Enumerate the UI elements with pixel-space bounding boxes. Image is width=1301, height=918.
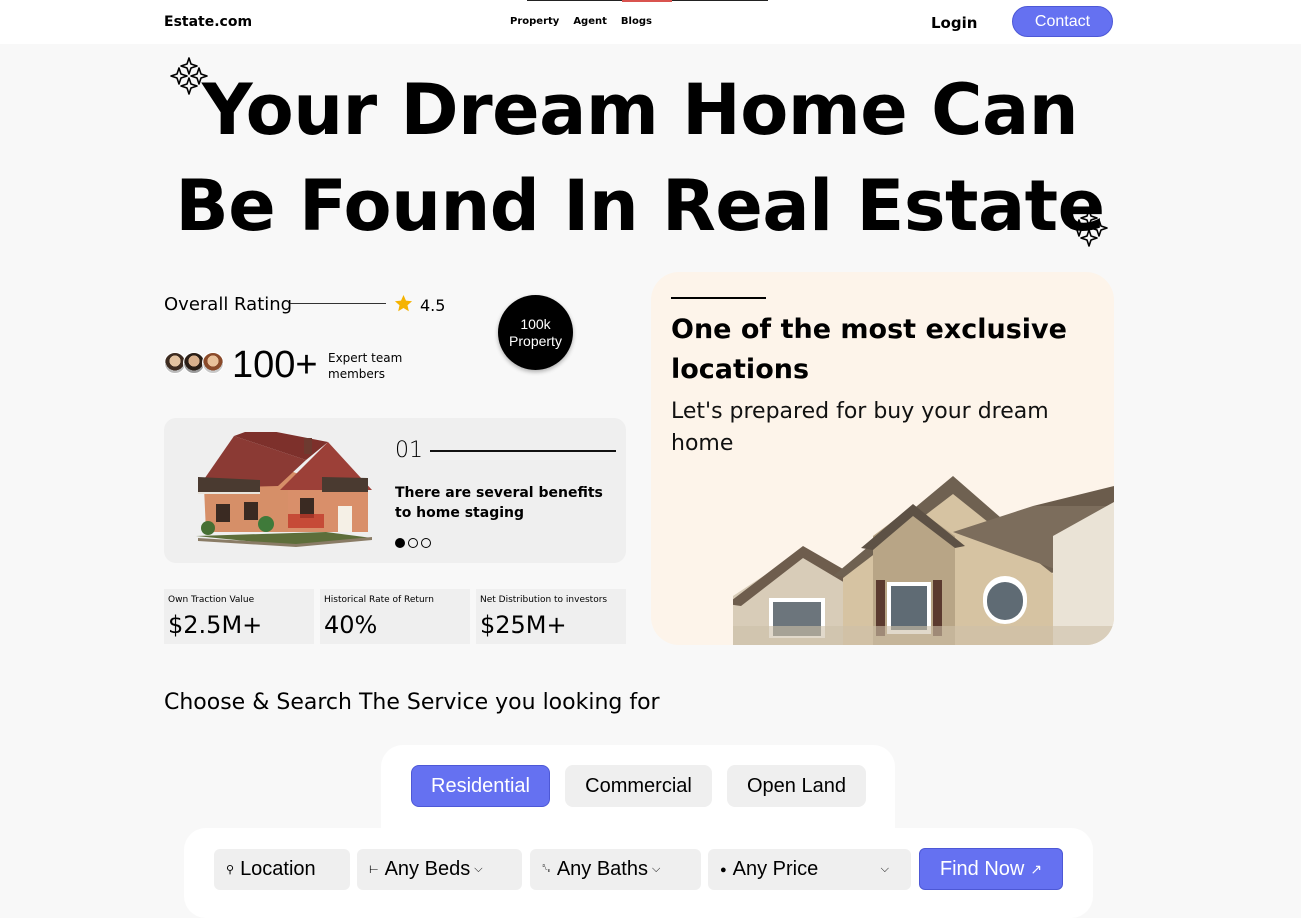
divider: [671, 297, 766, 299]
find-now-button[interactable]: Find Now ↗: [919, 848, 1063, 890]
team-count: 100+: [232, 344, 318, 386]
nav-item-agent[interactable]: Agent: [573, 16, 607, 27]
team-label: Expert team members: [328, 351, 403, 381]
tab-residential[interactable]: Residential: [411, 765, 550, 807]
benefit-number: 01: [395, 438, 423, 463]
section-heading: Choose & Search The Service you looking …: [164, 690, 660, 715]
promo-card: One of the most exclusive locations Let'…: [651, 272, 1114, 645]
stat-value: $25M+: [480, 611, 567, 639]
divider: [290, 303, 386, 304]
beds-select[interactable]: ⊢ Any Beds ⌵: [357, 849, 522, 890]
nav-item-blogs[interactable]: Blogs: [621, 16, 652, 27]
benefit-text: There are several benefits to home stagi…: [395, 485, 603, 521]
badge-count: 100k: [520, 315, 551, 332]
bed-icon: ⊢: [369, 864, 379, 876]
location-filter[interactable]: ⚲ Location: [214, 849, 350, 890]
hero-title-line2: Be Found In Real Estate: [175, 165, 1105, 247]
baths-select-label: Any Baths: [556, 858, 648, 880]
login-link[interactable]: Login: [931, 14, 977, 32]
chevron-down-icon: ⌵: [651, 863, 661, 875]
map-pin-icon: ⚲: [226, 864, 235, 876]
price-tag-icon: ●: [720, 863, 727, 876]
stat-card: Own Traction Value $2.5M+: [164, 589, 314, 644]
promo-title: One of the most exclusive locations: [671, 314, 1067, 385]
carousel-dots: [395, 538, 431, 548]
tab-open-land[interactable]: Open Land: [727, 765, 866, 807]
find-now-label: Find Now: [939, 857, 1025, 880]
nav-item-property[interactable]: Property: [510, 16, 559, 27]
contact-button[interactable]: Contact: [1012, 6, 1113, 37]
arrow-up-right-icon: ↗: [1030, 860, 1043, 877]
stat-label: Historical Rate of Return: [324, 595, 434, 605]
rating-label: Overall Rating: [164, 294, 293, 315]
main-nav: Property Agent Blogs: [510, 16, 652, 27]
hero-title-line1: Your Dream Home Can: [201, 69, 1079, 151]
stat-value: 40%: [324, 611, 378, 639]
stat-card: Net Distribution to investors $25M+: [476, 589, 626, 644]
stat-label: Own Traction Value: [168, 595, 255, 605]
star-icon: [394, 294, 413, 312]
carousel-dot[interactable]: [421, 538, 431, 548]
top-accent-marker: [622, 0, 672, 2]
chevron-down-icon: ⌵: [880, 863, 889, 875]
carousel-dot[interactable]: [408, 538, 418, 548]
location-filter-label: Location: [240, 858, 316, 880]
beds-select-label: Any Beds: [384, 858, 471, 880]
tab-commercial[interactable]: Commercial: [565, 765, 712, 807]
price-select-label: Any Price: [732, 858, 819, 880]
logo[interactable]: Estate.com: [164, 14, 252, 30]
chevron-down-icon: ⌵: [474, 863, 483, 875]
house-image: [733, 476, 1114, 645]
divider: [430, 450, 616, 452]
stat-label: Net Distribution to investors: [480, 595, 608, 605]
property-count-badge: 100k Property: [498, 295, 573, 370]
stat-value: $2.5M+: [168, 611, 263, 639]
rating-value: 4.5: [420, 296, 446, 315]
carousel-dot[interactable]: [395, 538, 405, 548]
house-image: [196, 432, 372, 547]
avatar: [202, 352, 224, 374]
team-avatars: [164, 352, 224, 374]
bathtub-icon: ␐: [542, 863, 551, 875]
price-select[interactable]: ● Any Price ⌵: [708, 849, 911, 890]
stat-card: Historical Rate of Return 40%: [320, 589, 470, 644]
baths-select[interactable]: ␐ Any Baths ⌵: [530, 849, 701, 890]
promo-subtitle: Let's prepared for buy your dream home: [671, 399, 1049, 456]
hero-title: Your Dream Home Can Be Found In Real Est…: [160, 62, 1120, 254]
badge-label: Property: [509, 332, 562, 349]
